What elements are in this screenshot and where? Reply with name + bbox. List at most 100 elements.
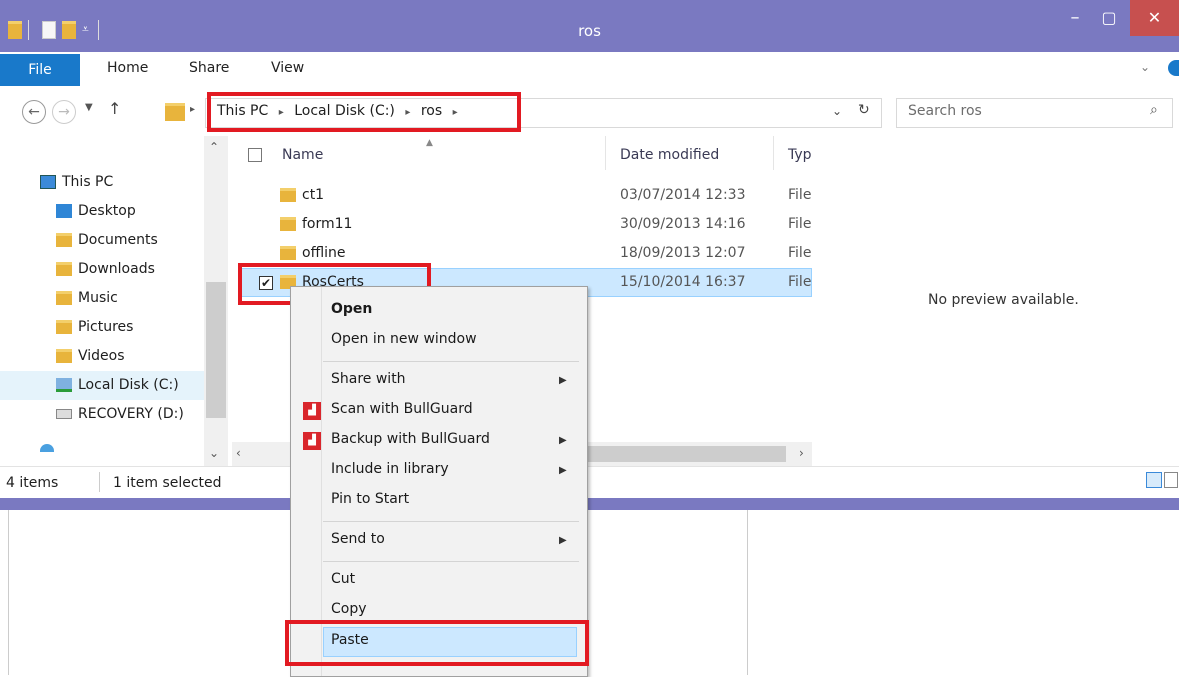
file-date: 18/09/2013 12:07 (620, 245, 746, 261)
submenu-arrow-icon: ▶ (559, 465, 567, 476)
divider (99, 472, 100, 492)
details-view-icon[interactable] (1146, 472, 1162, 488)
sort-ascending-icon: ▲ (426, 138, 433, 148)
item-count: 4 items (6, 475, 59, 491)
menu-separator (323, 521, 579, 522)
menu-item-pin-start[interactable]: Pin to Start (331, 491, 409, 507)
drive-icon (56, 409, 72, 419)
highlight-outline (207, 92, 521, 132)
file-name: ct1 (302, 187, 325, 203)
network-icon (40, 444, 54, 452)
nav-item-pictures[interactable]: Pictures (56, 313, 133, 342)
context-menu: Open Open in new window Share with ▶ ▟ S… (290, 286, 588, 677)
menu-item-include-library[interactable]: Include in library (331, 461, 449, 477)
menu-item-share-with[interactable]: Share with (331, 371, 406, 387)
scroll-down-icon[interactable]: ⌄ (209, 446, 219, 460)
scrollbar-thumb[interactable] (586, 446, 786, 462)
videos-icon (56, 349, 72, 363)
file-type: File (788, 187, 812, 203)
folder-icon (280, 246, 296, 260)
recent-locations-icon[interactable]: ▼ (85, 102, 93, 113)
menu-item-backup-bullguard[interactable]: Backup with BullGuard (331, 431, 490, 447)
chevron-right-icon: ▸ (190, 104, 196, 115)
file-type: File (788, 216, 812, 232)
nav-label: Documents (78, 232, 158, 248)
folder-icon (280, 188, 296, 202)
computer-icon (40, 175, 56, 189)
file-row-form11[interactable]: form11 (280, 210, 352, 239)
help-icon[interactable] (1168, 60, 1179, 76)
highlight-outline (285, 620, 589, 666)
address-dropdown-icon[interactable]: ⌄ (832, 104, 842, 118)
up-button[interactable]: ↑ (108, 99, 121, 118)
nav-item-recovery[interactable]: RECOVERY (D:) (56, 400, 184, 429)
desktop-icon (56, 204, 72, 218)
menu-item-cut[interactable]: Cut (331, 571, 355, 587)
tab-view[interactable]: View (271, 60, 304, 76)
selection-count: 1 item selected (113, 475, 222, 491)
nav-item-videos[interactable]: Videos (56, 342, 125, 371)
column-header-type[interactable]: Typ (788, 147, 812, 163)
tab-file[interactable]: File (0, 54, 80, 86)
menu-item-open-new-window[interactable]: Open in new window (331, 331, 477, 347)
drive-icon (56, 378, 72, 392)
nav-label: Desktop (78, 203, 136, 219)
menu-item-open[interactable]: Open (331, 301, 372, 317)
tab-home[interactable]: Home (107, 60, 148, 76)
nav-item-documents[interactable]: Documents (56, 226, 158, 255)
refresh-icon[interactable]: ↻ (858, 102, 870, 118)
nav-label: Downloads (78, 261, 155, 277)
nav-item-local-disk[interactable]: Local Disk (C:) (56, 371, 179, 400)
scroll-left-icon[interactable]: ‹ (236, 446, 241, 460)
select-all-checkbox[interactable] (248, 148, 262, 162)
submenu-arrow-icon: ▶ (559, 435, 567, 446)
menu-gutter (321, 287, 322, 676)
folder-icon (165, 103, 185, 121)
nav-item-music[interactable]: Music (56, 284, 118, 313)
large-icons-view-icon[interactable] (1164, 472, 1178, 488)
expand-ribbon-icon[interactable]: ⌄ (1140, 60, 1150, 74)
title-bar: ⩡ ros – ▢ ✕ (0, 0, 1179, 52)
menu-item-copy[interactable]: Copy (331, 601, 367, 617)
nav-label: Music (78, 290, 118, 306)
file-name: offline (302, 245, 346, 261)
back-button[interactable]: ← (22, 100, 46, 124)
ribbon (0, 52, 1179, 91)
bullguard-icon: ▟ (303, 402, 321, 420)
downloads-icon (56, 262, 72, 276)
scroll-right-icon[interactable]: › (799, 446, 804, 460)
nav-label: Pictures (78, 319, 134, 335)
nav-item-this-pc[interactable]: This PC (40, 168, 113, 197)
menu-item-scan-bullguard[interactable]: Scan with BullGuard (331, 401, 473, 417)
search-placeholder: Search ros (908, 103, 982, 119)
nav-label: RECOVERY (D:) (78, 406, 184, 422)
nav-label: Local Disk (C:) (78, 377, 179, 393)
forward-button[interactable]: → (52, 100, 76, 124)
scrollbar-thumb[interactable] (206, 282, 226, 418)
documents-icon (56, 233, 72, 247)
file-date: 03/07/2014 12:33 (620, 187, 746, 203)
minimize-button[interactable]: – (1060, 0, 1090, 36)
nav-item-desktop[interactable]: Desktop (56, 197, 136, 226)
search-icon[interactable]: ⌕ (1150, 102, 1158, 118)
menu-separator (323, 361, 579, 362)
window-title: ros (578, 22, 601, 40)
column-header-name[interactable]: Name (282, 147, 323, 163)
file-row-ct1[interactable]: ct1 (280, 181, 324, 210)
file-date: 30/09/2013 14:16 (620, 216, 746, 232)
pictures-icon (56, 320, 72, 334)
file-date: 15/10/2014 16:37 (620, 274, 746, 290)
bullguard-icon: ▟ (303, 432, 321, 450)
menu-item-send-to[interactable]: Send to (331, 531, 385, 547)
nav-item-downloads[interactable]: Downloads (56, 255, 155, 284)
column-header-date[interactable]: Date modified (620, 147, 719, 163)
close-button[interactable]: ✕ (1130, 0, 1179, 36)
column-divider[interactable] (605, 136, 606, 170)
folder-icon (280, 217, 296, 231)
tab-share[interactable]: Share (189, 60, 229, 76)
column-divider[interactable] (773, 136, 774, 170)
preview-message: No preview available. (928, 292, 1079, 308)
scroll-up-icon[interactable]: ⌃ (209, 140, 219, 154)
file-type: File (788, 245, 812, 261)
maximize-button[interactable]: ▢ (1094, 0, 1124, 36)
